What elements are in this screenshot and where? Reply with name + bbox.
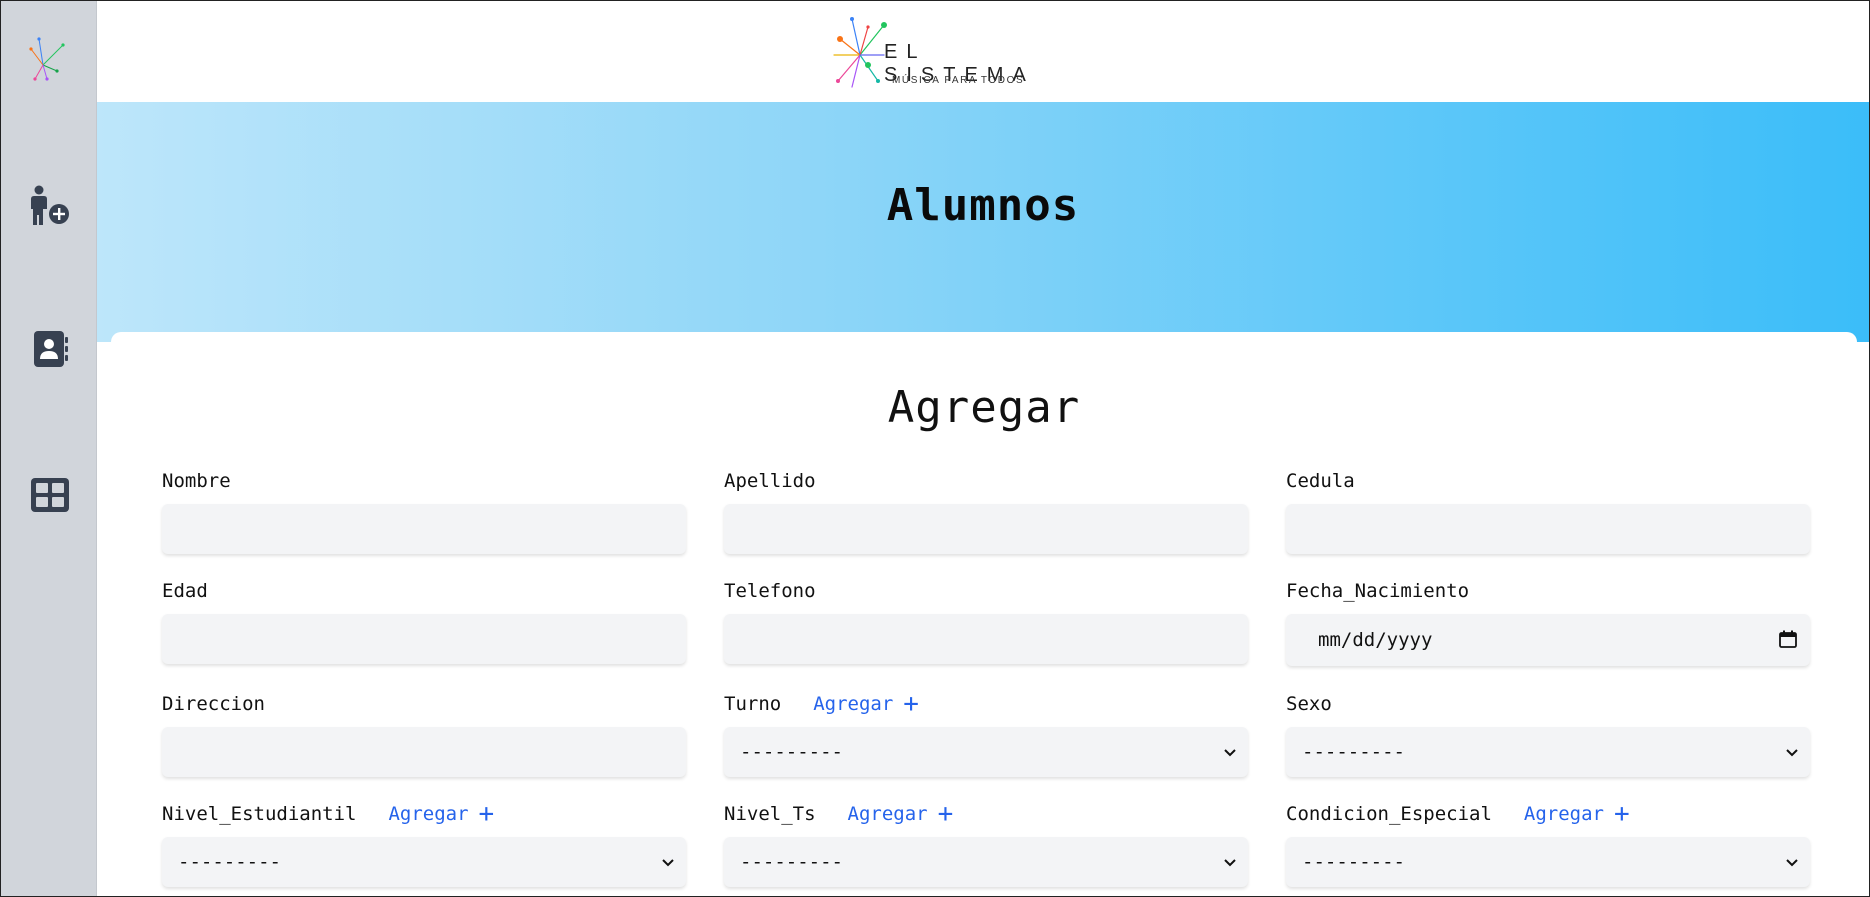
sidebar-item-contacts[interactable]: [25, 324, 75, 374]
chevron-down-icon: [1786, 859, 1798, 867]
field-turno: Turno Agregar + ---------: [724, 691, 1248, 777]
calendar-icon[interactable]: [1778, 629, 1798, 649]
chevron-down-icon: [1224, 859, 1236, 867]
contact-book-icon: [34, 331, 68, 367]
condicion-especial-label-row: Condicion_Especial Agregar +: [1286, 801, 1810, 827]
field-nivel-ts: Nivel_Ts Agregar + ---------: [724, 801, 1248, 887]
nivel-ts-selected: ---------: [740, 851, 843, 873]
cedula-input[interactable]: [1286, 504, 1810, 554]
add-nivel-estudiantil-link[interactable]: Agregar +: [388, 801, 494, 827]
app-frame: EL SISTEMA MÚSICA PARA TODOS Alumnos Agr…: [0, 0, 1870, 897]
page-title: Alumnos: [886, 180, 1080, 231]
apellido-input[interactable]: [724, 504, 1248, 554]
person-add-icon: [31, 185, 69, 225]
top-bar: EL SISTEMA MÚSICA PARA TODOS: [97, 1, 1869, 103]
nivel-estudiantil-label: Nivel_Estudiantil: [162, 803, 357, 825]
sidebar-item-add-student[interactable]: [25, 181, 75, 231]
brand-tagline: MÚSICA PARA TODOS: [892, 75, 1025, 86]
sexo-label: Sexo: [1286, 693, 1332, 715]
form-title: Agregar: [887, 382, 1081, 433]
field-nombre: Nombre: [162, 468, 686, 554]
field-fecha-nacimiento: Fecha_Nacimiento mm/dd/yyyy: [1286, 578, 1810, 666]
fecha-nacimiento-input[interactable]: mm/dd/yyyy: [1286, 614, 1810, 666]
sidebar: [1, 1, 97, 896]
starburst-logo-icon: [833, 17, 887, 88]
add-nivel-ts-text: Agregar: [847, 803, 928, 825]
chevron-down-icon: [1786, 749, 1798, 757]
condicion-especial-label: Condicion_Especial: [1286, 803, 1492, 825]
plus-icon: +: [478, 799, 495, 829]
field-telefono: Telefono: [724, 578, 1248, 664]
grid-table-icon: [31, 478, 69, 512]
plus-icon: +: [903, 689, 919, 719]
field-apellido: Apellido: [724, 468, 1248, 554]
field-condicion-especial: Condicion_Especial Agregar + ---------: [1286, 801, 1810, 887]
fecha-nacimiento-label: Fecha_Nacimiento: [1286, 580, 1470, 602]
edad-input[interactable]: [162, 614, 686, 664]
chevron-down-icon: [1224, 749, 1236, 757]
turno-selected: ---------: [740, 741, 843, 763]
turno-label: Turno: [724, 693, 782, 715]
turno-select[interactable]: ---------: [724, 727, 1248, 777]
condicion-especial-selected: ---------: [1302, 851, 1405, 873]
field-direccion: Direccion: [162, 691, 686, 777]
hero-banner: Alumnos: [97, 102, 1869, 342]
direccion-label: Direccion: [162, 693, 265, 715]
chevron-down-icon: [662, 859, 674, 867]
add-turno-text: Agregar: [813, 693, 894, 715]
cedula-label: Cedula: [1286, 470, 1355, 492]
plus-icon: +: [937, 799, 954, 829]
field-sexo: Sexo ---------: [1286, 691, 1810, 777]
nombre-input[interactable]: [162, 504, 686, 554]
nombre-label: Nombre: [162, 470, 231, 492]
sidebar-item-table[interactable]: [25, 470, 75, 520]
sexo-selected: ---------: [1302, 741, 1405, 763]
plus-icon: +: [1613, 799, 1630, 829]
nivel-ts-label: Nivel_Ts: [724, 803, 816, 825]
apellido-label: Apellido: [724, 470, 816, 492]
edad-label: Edad: [162, 580, 208, 602]
field-nivel-estudiantil: Nivel_Estudiantil Agregar + ---------: [162, 801, 686, 887]
nivel-estudiantil-selected: ---------: [178, 851, 281, 873]
sidebar-logo-icon[interactable]: [29, 35, 73, 83]
nivel-ts-select[interactable]: ---------: [724, 837, 1248, 887]
condicion-especial-select[interactable]: ---------: [1286, 837, 1810, 887]
date-placeholder: mm/dd/yyyy: [1318, 629, 1433, 651]
telefono-label: Telefono: [724, 580, 816, 602]
form-card: Agregar Nombre Apellido Cedula Edad Tele…: [111, 332, 1857, 896]
add-condicion-especial-text: Agregar: [1523, 803, 1604, 825]
direccion-input[interactable]: [162, 727, 686, 777]
telefono-input[interactable]: [724, 614, 1248, 664]
field-cedula: Cedula: [1286, 468, 1810, 554]
nivel-ts-label-row: Nivel_Ts Agregar +: [724, 801, 1248, 827]
field-edad: Edad: [162, 578, 686, 664]
add-nivel-estudiantil-text: Agregar: [388, 803, 469, 825]
sexo-select[interactable]: ---------: [1286, 727, 1810, 777]
add-turno-link[interactable]: Agregar +: [813, 691, 919, 717]
brand-logo[interactable]: EL SISTEMA MÚSICA PARA TODOS: [832, 15, 1052, 89]
add-condicion-especial-link[interactable]: Agregar +: [1524, 801, 1630, 827]
nivel-estudiantil-select[interactable]: ---------: [162, 837, 686, 887]
nivel-estudiantil-label-row: Nivel_Estudiantil Agregar +: [162, 801, 686, 827]
turno-label-row: Turno Agregar +: [724, 691, 1248, 717]
add-nivel-ts-link[interactable]: Agregar +: [848, 801, 954, 827]
